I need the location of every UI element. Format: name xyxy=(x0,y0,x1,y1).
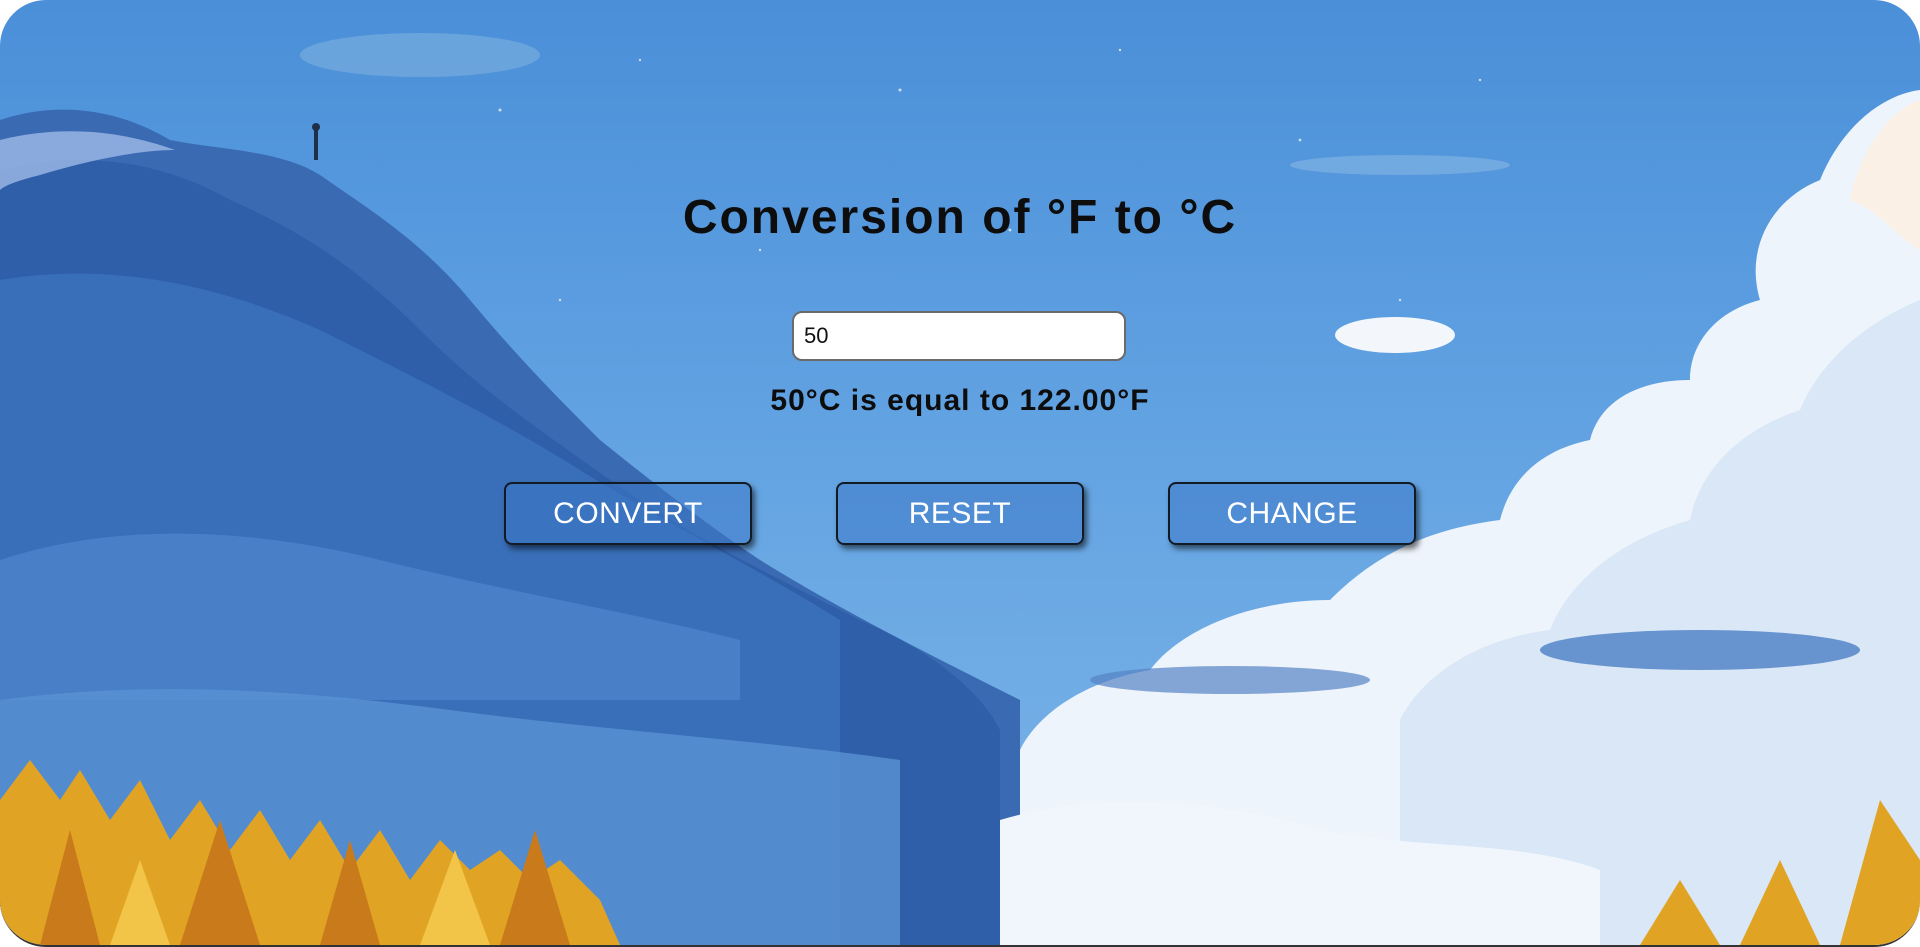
page-title: Conversion of °F to °C xyxy=(682,191,1238,244)
temperature-input[interactable] xyxy=(792,311,1126,361)
change-button[interactable]: CHANGE xyxy=(1168,482,1416,545)
app-frame: Conversion of °F to °C 50°C is equal to … xyxy=(0,0,1920,947)
reset-button[interactable]: RESET xyxy=(836,482,1084,545)
conversion-result: 50°C is equal to 122.00°F xyxy=(770,384,1150,417)
landscape-background-image xyxy=(0,33,1920,945)
convert-button[interactable]: CONVERT xyxy=(504,482,752,545)
